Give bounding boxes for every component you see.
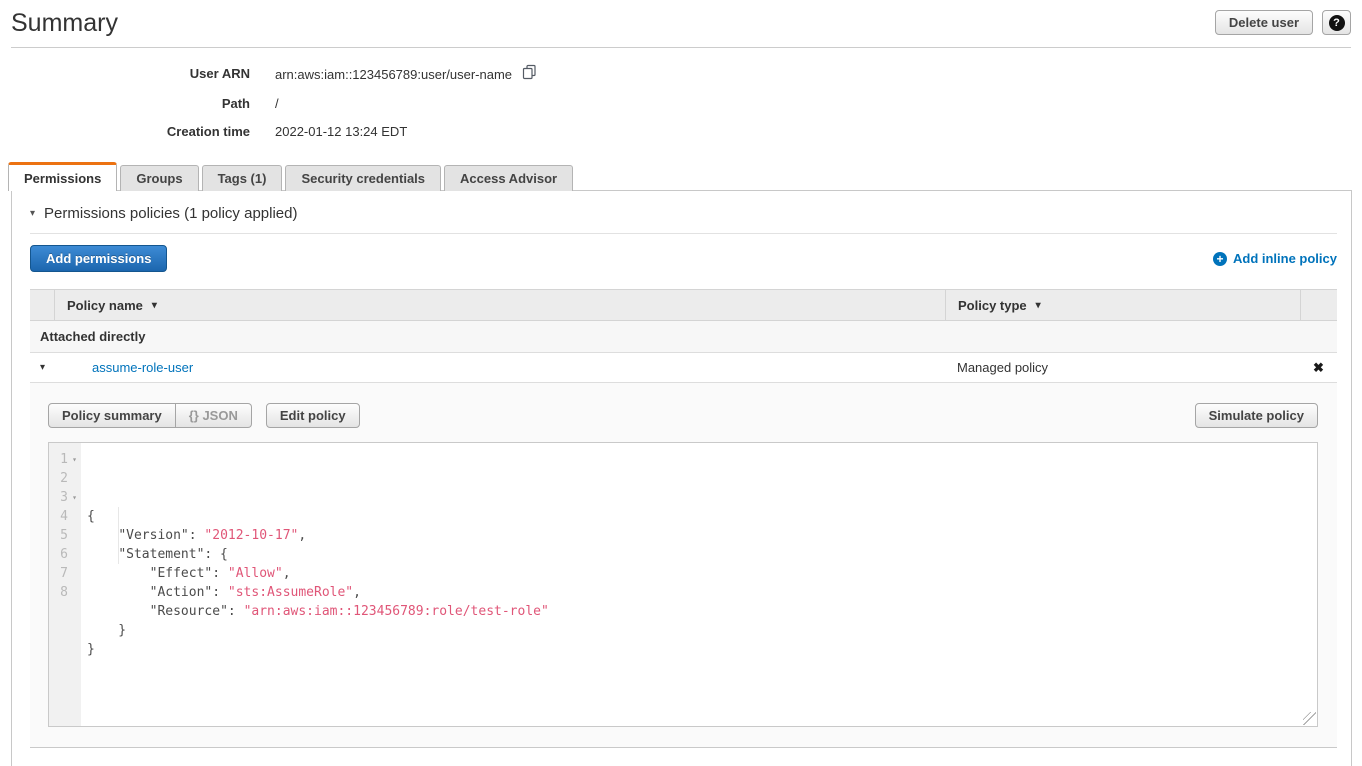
code-line: {	[87, 507, 1317, 526]
page-header: Summary Delete user ?	[11, 0, 1351, 48]
editor-code[interactable]: { "Version": "2012-10-17", "Statement": …	[81, 443, 1317, 726]
collapse-icon: ▾	[30, 208, 35, 219]
code-line: "Action": "sts:AssumeRole",	[87, 583, 1317, 602]
add-permissions-button[interactable]: Add permissions	[30, 245, 167, 272]
creation-time-label: Creation time	[0, 122, 250, 141]
tab-access-advisor[interactable]: Access Advisor	[444, 165, 573, 191]
policy-view-toggle: Policy summary {} JSON	[48, 403, 252, 428]
user-arn-value: arn:aws:iam::123456789:user/user-name	[275, 65, 512, 84]
code-line: }	[87, 640, 1317, 659]
line-number: 5	[49, 526, 81, 545]
policy-name-link[interactable]: assume-role-user	[92, 360, 193, 375]
attached-directly-group-row: Attached directly	[30, 321, 1337, 353]
detail-row-path: Path /	[0, 94, 537, 113]
code-line: "Resource": "arn:aws:iam::123456789:role…	[87, 602, 1317, 621]
line-number: 7	[49, 564, 81, 583]
iam-user-summary-page: Summary Delete user ? User ARN arn:aws:i…	[0, 0, 1362, 766]
path-label: Path	[0, 94, 250, 113]
copy-icon[interactable]	[522, 64, 537, 85]
user-details: User ARN arn:aws:iam::123456789:user/use…	[0, 64, 537, 150]
line-number: 8	[49, 583, 81, 602]
code-line: "Effect": "Allow",	[87, 564, 1317, 583]
policy-table: Policy name ▾ Policy type ▾ Attached dir…	[30, 289, 1337, 748]
expanded-policy-detail: Policy summary {} JSON Edit policy Simul…	[30, 383, 1337, 748]
policy-name-column-header[interactable]: Policy name ▾	[55, 290, 945, 320]
add-inline-policy-link[interactable]: + Add inline policy	[1213, 251, 1337, 266]
line-number[interactable]: 3▾	[49, 488, 81, 507]
policy-table-row: ▾ assume-role-user Managed policy ✖	[30, 353, 1337, 383]
sort-arrow-icon: ▾	[152, 300, 157, 311]
simulate-policy-button[interactable]: Simulate policy	[1195, 403, 1318, 428]
tab-security-credentials[interactable]: Security credentials	[285, 165, 441, 191]
line-number: 6	[49, 545, 81, 564]
code-line: "Statement": {	[87, 545, 1317, 564]
line-number: 4	[49, 507, 81, 526]
policy-type-column-header[interactable]: Policy type ▾	[945, 290, 1300, 320]
help-button[interactable]: ?	[1322, 10, 1351, 35]
tab-tags[interactable]: Tags (1)	[202, 165, 283, 191]
tab-permissions[interactable]: Permissions	[8, 162, 117, 191]
indent-guide	[118, 507, 119, 564]
detail-row-creation-time: Creation time 2022-01-12 13:24 EDT	[0, 122, 537, 141]
fold-icon: ▾	[68, 488, 81, 507]
tab-groups[interactable]: Groups	[120, 165, 198, 191]
editor-resize-handle[interactable]	[1303, 712, 1316, 725]
tab-bar: Permissions Groups Tags (1) Security cre…	[8, 162, 576, 191]
actions-column-header	[1300, 290, 1337, 320]
delete-user-button[interactable]: Delete user	[1215, 10, 1313, 35]
sort-arrow-icon: ▾	[1036, 300, 1041, 311]
editor-gutter: 1▾23▾45678	[49, 443, 81, 726]
help-icon: ?	[1329, 15, 1345, 31]
row-expand-icon[interactable]: ▾	[30, 362, 55, 373]
policy-table-header: Policy name ▾ Policy type ▾	[30, 289, 1337, 321]
policy-view-actions: Policy summary {} JSON Edit policy Simul…	[48, 403, 1318, 428]
edit-policy-button[interactable]: Edit policy	[266, 403, 360, 428]
creation-time-value: 2022-01-12 13:24 EDT	[275, 122, 407, 141]
line-number: 2	[49, 469, 81, 488]
plus-icon: +	[1213, 252, 1227, 266]
policy-summary-button[interactable]: Policy summary	[48, 403, 176, 428]
header-actions: Delete user ?	[1215, 10, 1351, 37]
permissions-policies-section-header[interactable]: ▾ Permissions policies (1 policy applied…	[30, 205, 1337, 234]
code-line: }	[87, 621, 1317, 640]
section-title: Permissions policies (1 policy applied)	[44, 205, 297, 222]
permissions-tab-panel: ▾ Permissions policies (1 policy applied…	[11, 190, 1352, 766]
detail-row-user-arn: User ARN arn:aws:iam::123456789:user/use…	[0, 64, 537, 85]
remove-policy-icon[interactable]: ✖	[1300, 360, 1337, 376]
expand-column-header	[30, 290, 55, 320]
json-view-button[interactable]: {} JSON	[176, 403, 252, 428]
policy-type-value: Managed policy	[945, 360, 1300, 375]
code-line: "Version": "2012-10-17",	[87, 526, 1317, 545]
json-policy-editor[interactable]: 1▾23▾45678 { "Version": "2012-10-17", "S…	[48, 442, 1318, 727]
path-value: /	[275, 94, 279, 113]
line-number[interactable]: 1▾	[49, 450, 81, 469]
user-arn-label: User ARN	[0, 64, 250, 85]
fold-icon: ▾	[68, 450, 81, 469]
page-title: Summary	[11, 9, 118, 38]
permissions-actions-row: Add permissions + Add inline policy	[30, 245, 1337, 272]
